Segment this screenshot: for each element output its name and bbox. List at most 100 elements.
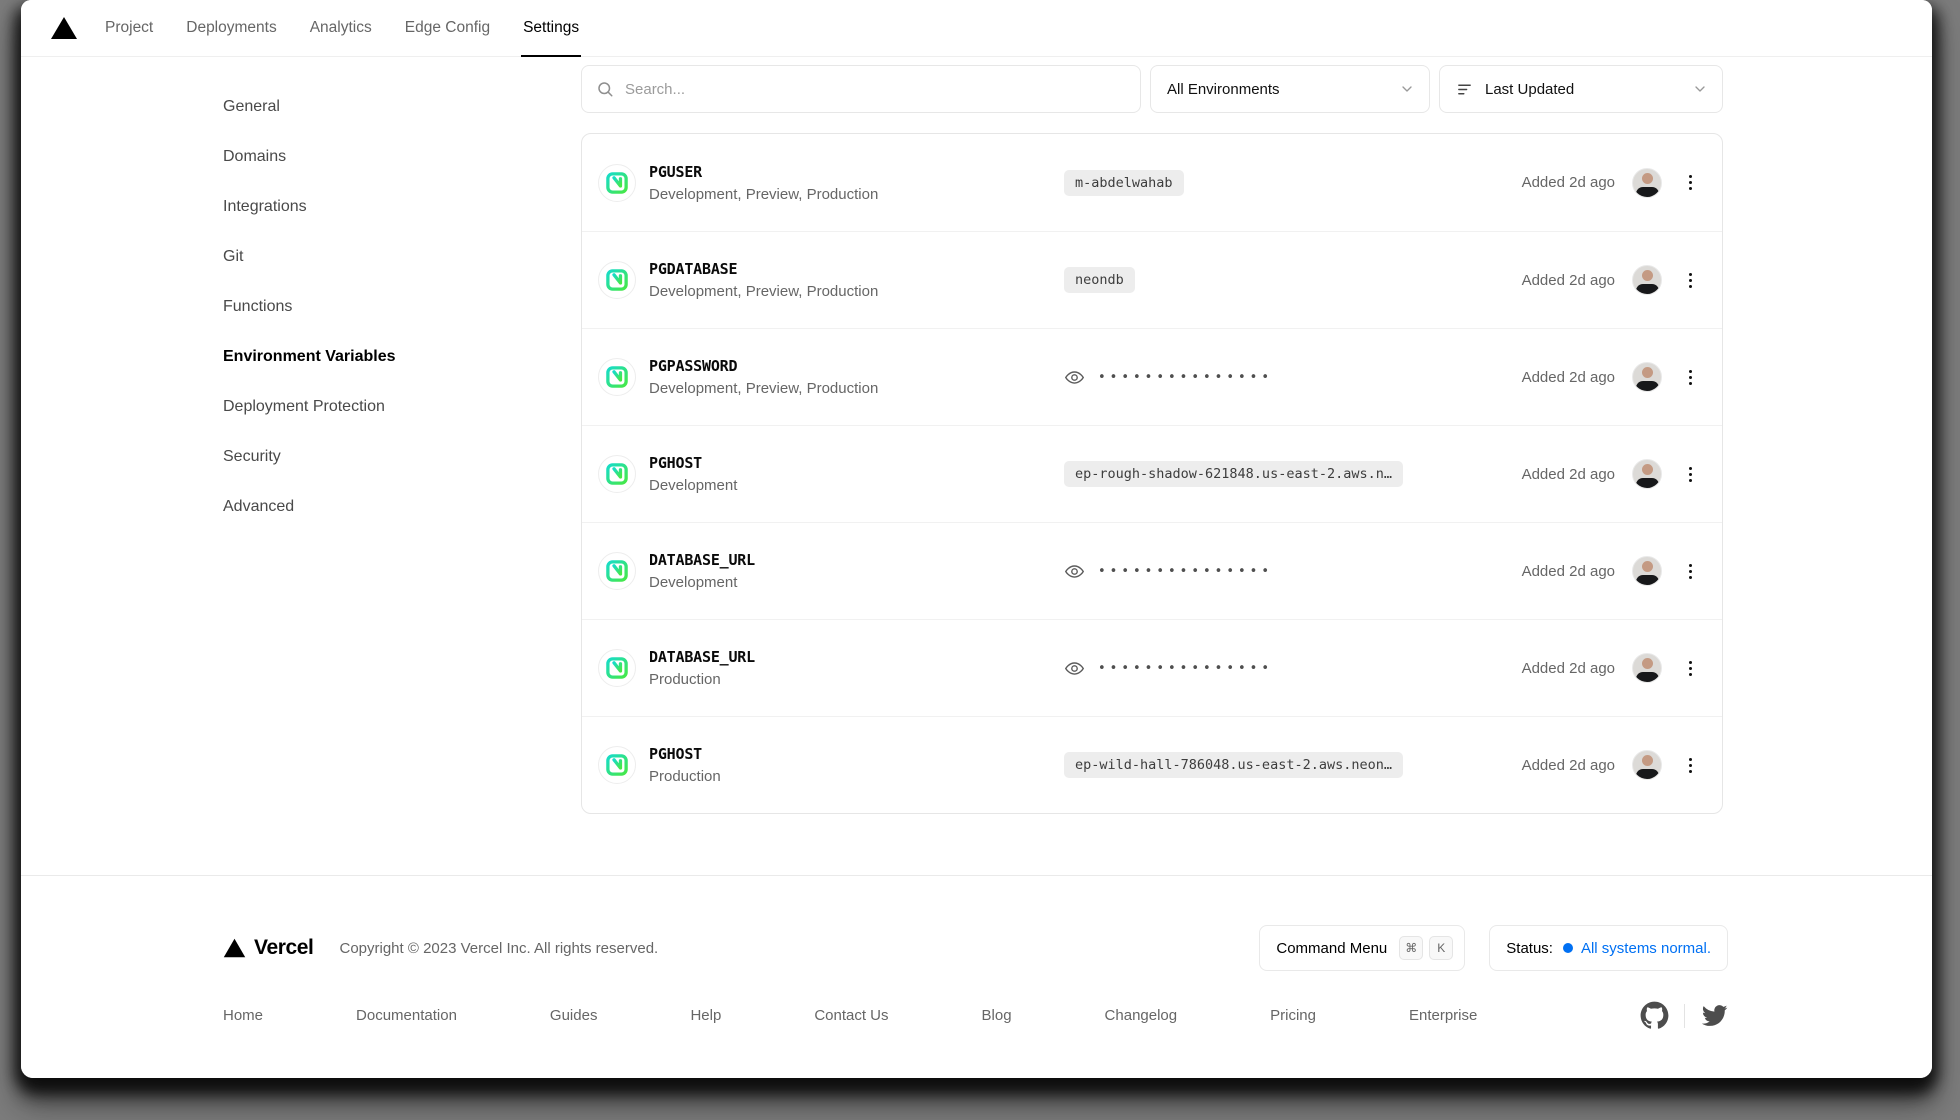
twitter-icon[interactable] xyxy=(1700,1002,1728,1030)
env-row-meta: Added 2d ago xyxy=(1522,750,1696,780)
eye-reveal-icon[interactable] xyxy=(1064,367,1085,388)
footer-link[interactable]: Pricing xyxy=(1270,1007,1316,1024)
neon-logo-icon xyxy=(606,657,628,679)
footer-link-label: Guides xyxy=(550,1007,598,1024)
env-variable-environments: Production xyxy=(649,671,755,688)
env-name-block: DATABASE_URL Development xyxy=(649,551,755,591)
settings-sidebar: General Domains Integrations Git Functio… xyxy=(223,82,543,532)
social-divider xyxy=(1684,1004,1685,1028)
env-row-meta: Added 2d ago xyxy=(1522,653,1696,683)
nav-tab-label: Deployments xyxy=(186,19,276,37)
command-menu-button[interactable]: Command Menu ⌘ K xyxy=(1259,925,1465,971)
nav-tabs: Project Deployments Analytics Edge Confi… xyxy=(103,0,581,56)
env-name-block: PGUSER Development, Preview, Production xyxy=(649,163,878,203)
row-actions-menu-button[interactable] xyxy=(1685,463,1696,486)
sidebar-item[interactable]: Git xyxy=(223,232,543,282)
sidebar-item-label: Git xyxy=(223,248,243,266)
row-actions-menu-button[interactable] xyxy=(1685,754,1696,777)
nav-tab[interactable]: Analytics xyxy=(308,0,374,57)
footer-link[interactable]: Blog xyxy=(982,1007,1012,1024)
row-actions-menu-button[interactable] xyxy=(1685,269,1696,292)
search-icon xyxy=(596,80,614,98)
brand-name: Vercel xyxy=(254,936,314,960)
env-value-area: ••••••••••••••• xyxy=(1064,561,1273,582)
env-variable-row: PGUSER Development, Preview, Production … xyxy=(582,134,1722,231)
vercel-logo[interactable] xyxy=(49,0,79,56)
footer-link[interactable]: Contact Us xyxy=(814,1007,888,1024)
sidebar-item-label: Domains xyxy=(223,148,286,166)
environment-filter-dropdown[interactable]: All Environments xyxy=(1150,65,1430,113)
sidebar-item[interactable]: Environment Variables xyxy=(223,332,543,382)
search-input[interactable] xyxy=(625,81,1126,98)
neon-integration-icon xyxy=(598,552,636,590)
eye-reveal-icon[interactable] xyxy=(1064,561,1085,582)
env-variable-environments: Development xyxy=(649,574,755,591)
neon-integration-icon xyxy=(598,649,636,687)
status-widget[interactable]: Status: All systems normal. xyxy=(1489,925,1728,971)
env-variable-name: PGDATABASE xyxy=(649,260,878,278)
env-value-area: ep-rough-shadow-621848.us-east-2.aws.n… xyxy=(1064,461,1403,487)
sidebar-item-label: Security xyxy=(223,448,281,466)
footer-link[interactable]: Guides xyxy=(550,1007,598,1024)
command-menu-label: Command Menu xyxy=(1276,940,1387,957)
footer-link-label: Help xyxy=(690,1007,721,1024)
creator-avatar xyxy=(1632,265,1662,295)
eye-reveal-icon[interactable] xyxy=(1064,658,1085,679)
footer-link[interactable]: Changelog xyxy=(1105,1007,1178,1024)
row-actions-menu-button[interactable] xyxy=(1685,171,1696,194)
added-timestamp: Added 2d ago xyxy=(1522,369,1615,386)
footer-link[interactable]: Home xyxy=(223,1007,263,1024)
footer-link-label: Contact Us xyxy=(814,1007,888,1024)
env-value-area: ••••••••••••••• xyxy=(1064,367,1273,388)
sidebar-item[interactable]: Deployment Protection xyxy=(223,382,543,432)
nav-tab[interactable]: Edge Config xyxy=(403,0,492,57)
sidebar-item[interactable]: Functions xyxy=(223,282,543,332)
search-box xyxy=(581,65,1141,113)
status-dot-icon xyxy=(1563,943,1573,953)
env-row-meta: Added 2d ago xyxy=(1522,265,1696,295)
env-row-meta: Added 2d ago xyxy=(1522,362,1696,392)
sidebar-item-label: Advanced xyxy=(223,498,294,516)
sidebar-item[interactable]: Integrations xyxy=(223,182,543,232)
nav-tab-label: Analytics xyxy=(310,19,372,37)
row-actions-menu-button[interactable] xyxy=(1685,366,1696,389)
footer-link-label: Pricing xyxy=(1270,1007,1316,1024)
sidebar-item-label: Integrations xyxy=(223,198,307,216)
sidebar-item[interactable]: General xyxy=(223,82,543,132)
chevron-down-icon xyxy=(1399,81,1415,97)
footer-link-label: Blog xyxy=(982,1007,1012,1024)
env-variable-name: DATABASE_URL xyxy=(649,648,755,666)
env-value-area: ep-wild-hall-786048.us-east-2.aws.neon… xyxy=(1064,752,1403,778)
env-value-area: ••••••••••••••• xyxy=(1064,658,1273,679)
footer-link[interactable]: Enterprise xyxy=(1409,1007,1477,1024)
added-timestamp: Added 2d ago xyxy=(1522,757,1615,774)
row-actions-menu-button[interactable] xyxy=(1685,560,1696,583)
github-icon[interactable] xyxy=(1640,1001,1669,1030)
nav-tab[interactable]: Project xyxy=(103,0,155,57)
added-timestamp: Added 2d ago xyxy=(1522,563,1615,580)
footer-link[interactable]: Documentation xyxy=(356,1007,457,1024)
env-value-badge: neondb xyxy=(1064,267,1135,293)
nav-tab-label: Project xyxy=(105,19,153,37)
creator-avatar xyxy=(1632,750,1662,780)
sidebar-item-label: Deployment Protection xyxy=(223,398,385,416)
sidebar-item[interactable]: Advanced xyxy=(223,482,543,532)
sort-dropdown[interactable]: Last Updated xyxy=(1439,65,1723,113)
footer-links-row: Home Documentation Guides Help Contact U… xyxy=(223,1001,1728,1030)
env-variable-name: DATABASE_URL xyxy=(649,551,755,569)
footer-links: Home Documentation Guides Help Contact U… xyxy=(223,1007,1477,1024)
creator-avatar xyxy=(1632,459,1662,489)
footer-link[interactable]: Help xyxy=(690,1007,721,1024)
neon-integration-icon xyxy=(598,455,636,493)
env-variables-panel: All Environments Last Updated xyxy=(581,65,1723,814)
env-value-badge: ep-wild-hall-786048.us-east-2.aws.neon… xyxy=(1064,752,1403,778)
nav-tab[interactable]: Settings xyxy=(521,0,581,57)
nav-tab[interactable]: Deployments xyxy=(184,0,278,57)
neon-logo-icon xyxy=(606,269,628,291)
sidebar-item[interactable]: Security xyxy=(223,432,543,482)
footer-link-label: Enterprise xyxy=(1409,1007,1477,1024)
k-key-cap: K xyxy=(1429,936,1453,960)
sidebar-item[interactable]: Domains xyxy=(223,132,543,182)
row-actions-menu-button[interactable] xyxy=(1685,657,1696,680)
vercel-footer-logo[interactable]: Vercel xyxy=(223,936,314,960)
